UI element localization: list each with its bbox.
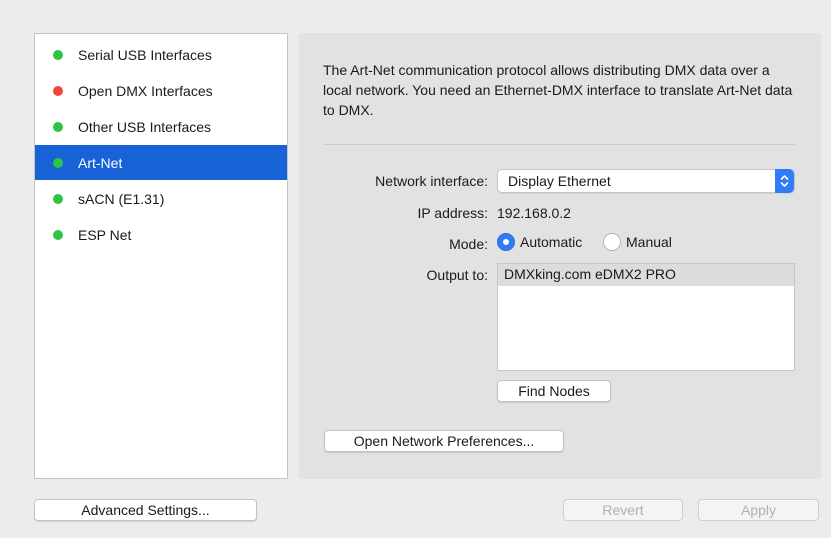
- sidebar-item-serial-usb[interactable]: Serial USB Interfaces: [35, 37, 287, 72]
- find-nodes-button[interactable]: Find Nodes: [497, 380, 611, 402]
- status-dot-icon: [53, 193, 63, 204]
- network-interface-select[interactable]: Display Ethernet: [497, 169, 795, 193]
- chevron-up-down-icon: [775, 169, 794, 193]
- ip-address-value: 192.168.0.2: [497, 205, 571, 221]
- sidebar-item-esp-net[interactable]: ESP Net: [35, 217, 287, 252]
- advanced-settings-button[interactable]: Advanced Settings...: [34, 499, 257, 521]
- sidebar-item-sacn[interactable]: sACN (E1.31): [35, 181, 287, 216]
- interface-list[interactable]: Serial USB Interfaces Open DMX Interface…: [34, 33, 288, 479]
- network-interface-label: Network interface:: [375, 173, 488, 189]
- status-dot-icon: [53, 157, 63, 168]
- sidebar-item-label: Art-Net: [78, 154, 123, 171]
- sidebar-item-label: sACN (E1.31): [78, 190, 165, 207]
- sidebar-item-label: Serial USB Interfaces: [78, 46, 212, 63]
- sidebar-item-label: ESP Net: [78, 226, 132, 243]
- sidebar-item-label: Other USB Interfaces: [78, 118, 212, 135]
- divider: [323, 144, 795, 145]
- network-interface-value: Display Ethernet: [508, 173, 611, 189]
- protocol-description: The Art-Net communication protocol allow…: [323, 62, 793, 118]
- mode-label: Mode:: [449, 236, 488, 252]
- status-dot-icon: [53, 85, 63, 96]
- radio-selected-icon: [497, 233, 515, 251]
- sidebar-item-label: Open DMX Interfaces: [78, 82, 213, 99]
- mode-automatic-label: Automatic: [520, 234, 583, 250]
- mode-manual-radio[interactable]: Manual: [603, 233, 672, 251]
- list-item[interactable]: DMXking.com eDMX2 PRO: [498, 264, 794, 286]
- mode-manual-label: Manual: [626, 234, 672, 250]
- status-dot-icon: [53, 229, 63, 240]
- open-network-preferences-button[interactable]: Open Network Preferences...: [324, 430, 564, 452]
- ip-address-label: IP address:: [417, 205, 488, 221]
- status-dot-icon: [53, 121, 63, 132]
- apply-button[interactable]: Apply: [698, 499, 819, 521]
- output-node-list[interactable]: DMXking.com eDMX2 PRO: [497, 263, 795, 371]
- status-dot-icon: [53, 49, 63, 60]
- output-to-label: Output to:: [426, 267, 488, 283]
- mode-automatic-radio[interactable]: Automatic: [497, 233, 582, 251]
- sidebar-item-other-usb[interactable]: Other USB Interfaces: [35, 109, 287, 144]
- radio-unselected-icon: [603, 233, 621, 251]
- sidebar-item-open-dmx[interactable]: Open DMX Interfaces: [35, 73, 287, 108]
- art-net-settings-panel: The Art-Net communication protocol allow…: [299, 33, 821, 479]
- sidebar-item-art-net[interactable]: Art-Net: [35, 145, 287, 180]
- revert-button[interactable]: Revert: [563, 499, 683, 521]
